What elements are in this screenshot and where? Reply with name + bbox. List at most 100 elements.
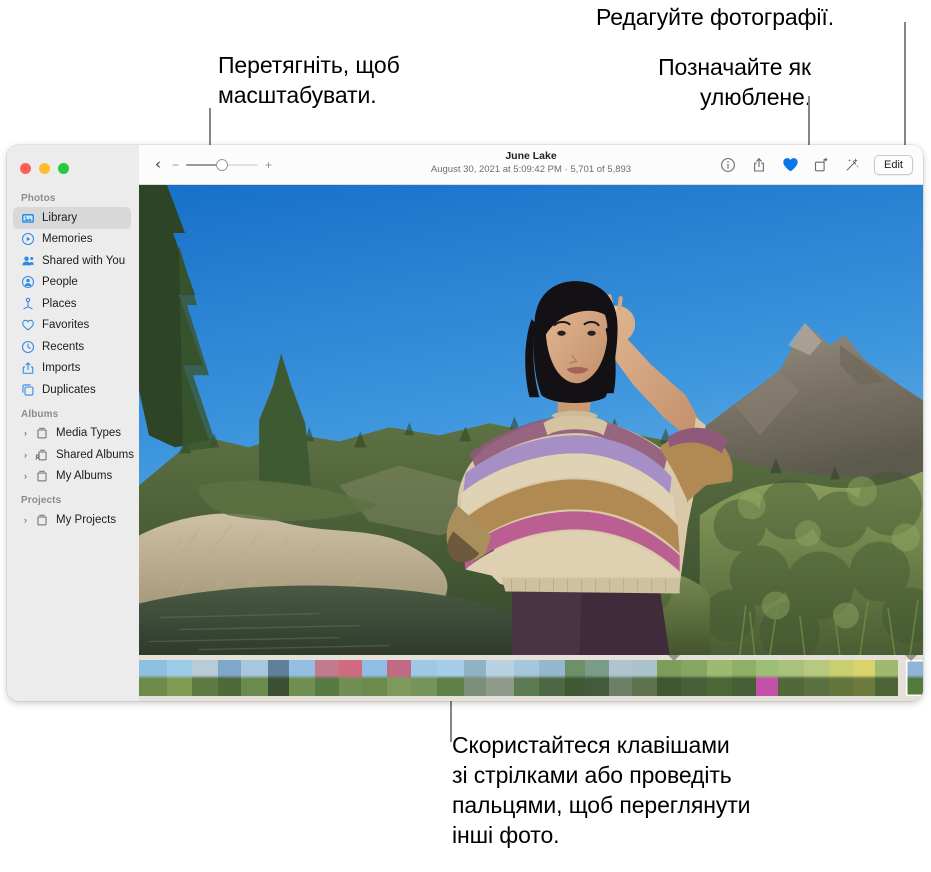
filmstrip-thumbnail[interactable] [539,660,565,696]
sidebar-item-label: Memories [42,233,93,246]
sidebar-item-imports[interactable]: Imports [13,358,131,380]
sidebar-item-shared-with-you[interactable]: Shared with You [13,250,131,272]
chevron-right-icon[interactable]: › [21,428,30,438]
sidebar-item-memories[interactable]: Memories [13,229,131,251]
filmstrip-end-marker-icon [905,655,917,661]
filmstrip-thumbnail[interactable] [167,660,192,696]
photo-image [139,185,923,655]
zoom-slider-knob[interactable] [216,158,228,171]
sidebar-item-my-albums[interactable]: › My Albums [13,466,131,488]
filmstrip-thumbnail[interactable] [486,660,514,696]
sidebar-section-header: Albums [21,408,59,420]
sidebar: Photos Library Memories Shared with You Peop… [7,145,139,701]
clock-icon [21,340,35,354]
filmstrip-thumbnail[interactable] [241,660,268,696]
filmstrip-thumbnail[interactable] [707,660,732,696]
filmstrip-thumbnail[interactable] [756,660,778,696]
close-button[interactable] [20,163,31,174]
screenshot-root: Перетягніть, щоб масштабувати. Редагуйте… [0,0,931,872]
toolbar-right-group: Edit [719,154,913,175]
chevron-right-icon[interactable]: › [21,515,30,525]
info-icon[interactable] [719,156,737,174]
filmstrip-thumbnail[interactable] [362,660,387,696]
sidebar-item-favorites[interactable]: Favorites [13,315,131,337]
sidebar-item-places[interactable]: Places [13,293,131,315]
chevron-right-icon[interactable]: › [21,450,30,460]
filmstrip-thumbnails [139,660,923,696]
filmstrip-thumbnail[interactable] [289,660,315,696]
edit-button[interactable]: Edit [874,154,913,175]
library-icon [21,211,35,225]
sidebar-list: Photos Library Memories Shared with You Peop… [7,185,139,531]
filmstrip-thumbnail[interactable] [681,660,707,696]
people-icon [21,275,35,289]
filmstrip-thumbnail[interactable] [732,660,756,696]
photo-viewer[interactable] [139,185,923,655]
filmstrip-thumbnail[interactable] [218,660,241,696]
favorite-heart-icon[interactable] [781,156,799,174]
import-icon [21,361,35,375]
filmstrip-thumbnail[interactable] [609,660,632,696]
sidebar-item-label: Favorites [42,319,90,332]
sidebar-item-library[interactable]: Library [13,207,131,229]
callout-mark-as-favorite: Позначайте як улюблене. [658,54,811,110]
filmstrip-thumbnail[interactable] [411,660,437,696]
zoom-out-icon[interactable]: − [171,159,180,171]
filmstrip-selected-thumbnail[interactable] [906,660,923,696]
filmstrip-thumbnail[interactable] [268,660,289,696]
duplicates-icon [21,383,35,397]
share-icon[interactable] [750,156,768,174]
toolbar: ‹ − + June Lake August 30, 2021 at 5:09:… [139,145,923,185]
sidebar-item-my-projects[interactable]: › My Projects [13,509,131,531]
album-icon [35,513,49,527]
sidebar-item-duplicates[interactable]: Duplicates [13,379,131,401]
filmstrip-thumbnail[interactable] [829,660,853,696]
callout-edit-photos: Редагуйте фотографії. [596,4,834,30]
sidebar-section-header: Photos [21,193,56,204]
filmstrip-thumbnail[interactable] [387,660,411,696]
sidebar-item-label: Places [42,297,77,310]
zoom-in-icon[interactable]: + [264,159,273,171]
album-icon [35,426,49,440]
sidebar-item-recents[interactable]: Recents [13,336,131,358]
filmstrip-thumbnail[interactable] [315,660,339,696]
filmstrip-thumbnail[interactable] [565,660,585,696]
back-chevron-icon[interactable]: ‹ [151,157,165,172]
filmstrip-thumbnail[interactable] [192,660,218,696]
filmstrip-thumbnail[interactable] [875,660,898,696]
zoom-slider[interactable] [186,158,258,172]
callout-browse-photos: Скористайтеся клавішами зі стрілками або… [452,732,751,848]
sidebar-item-label: Duplicates [42,383,96,396]
filmstrip-thumbnail[interactable] [632,660,657,696]
filmstrip-thumbnail[interactable] [657,660,681,696]
minimize-button[interactable] [39,163,50,174]
filmstrip[interactable] [139,655,923,701]
sidebar-item-media-types[interactable]: › Media Types [13,423,131,445]
filmstrip-thumbnail[interactable] [339,660,362,696]
auto-enhance-icon[interactable] [843,156,861,174]
sidebar-item-label: My Projects [56,513,117,526]
chevron-right-icon[interactable]: › [21,471,30,481]
rotate-icon[interactable] [812,156,830,174]
filmstrip-gap [898,660,906,696]
filmstrip-thumbnail[interactable] [853,660,875,696]
shared-with-you-icon [21,254,35,268]
filmstrip-thumbnail[interactable] [514,660,539,696]
sidebar-item-shared-albums[interactable]: › Shared Albums [13,444,134,466]
window-traffic-lights [7,153,139,185]
filmstrip-thumbnail[interactable] [778,660,804,696]
content-area: ‹ − + June Lake August 30, 2021 at 5:09:… [139,145,923,701]
maximize-button[interactable] [58,163,69,174]
sidebar-item-label: Imports [42,362,81,375]
filmstrip-thumbnail[interactable] [437,660,464,696]
filmstrip-thumbnail[interactable] [804,660,829,696]
filmstrip-thumbnail[interactable] [585,660,609,696]
sidebar-item-people[interactable]: People [13,272,131,294]
photos-app-window: Photos Library Memories Shared with You Peop… [7,145,923,701]
filmstrip-thumbnail[interactable] [139,660,167,696]
filmstrip-thumbnail[interactable] [464,660,486,696]
heart-outline-icon [21,318,35,332]
sidebar-item-label: Recents [42,340,85,353]
shared-album-icon [35,448,49,462]
leader-line-edit [904,22,906,162]
